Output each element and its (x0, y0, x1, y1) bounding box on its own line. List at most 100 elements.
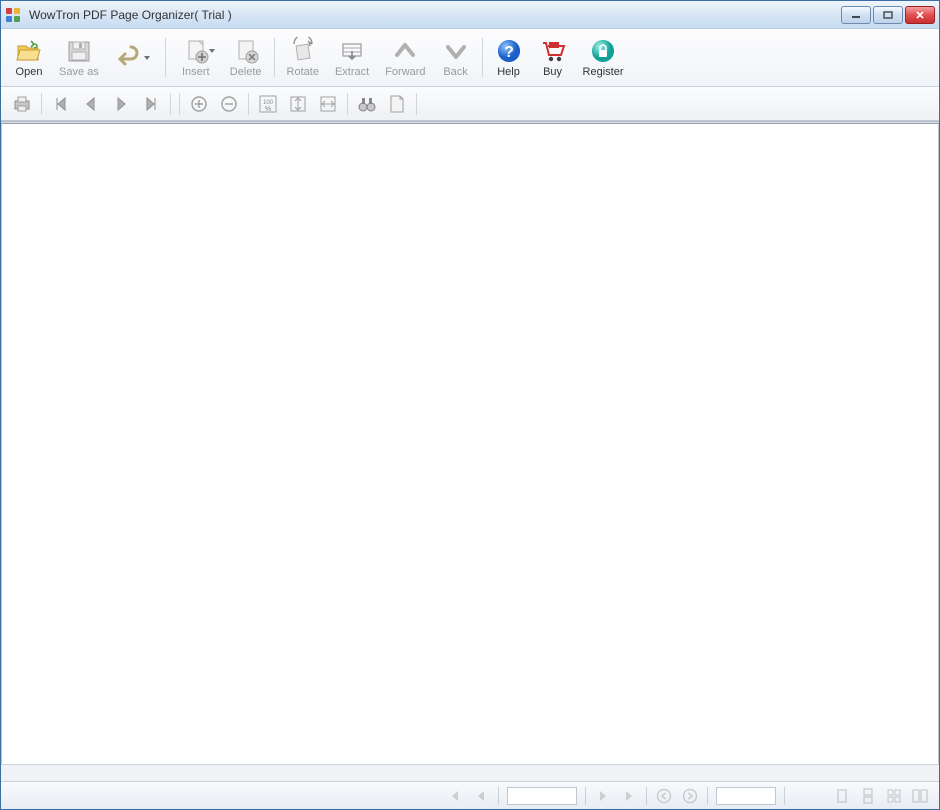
sub-separator (41, 93, 42, 115)
insert-page-icon (182, 37, 210, 65)
fit-width-button[interactable] (313, 91, 343, 117)
two-page-icon (911, 788, 929, 804)
minimize-button[interactable] (841, 6, 871, 24)
scrollbar-track[interactable] (1, 766, 939, 781)
zoom-in-button[interactable] (184, 91, 214, 117)
undo-icon (115, 44, 143, 72)
binoculars-icon (357, 94, 377, 114)
fit-width-icon (318, 94, 338, 114)
last-icon (142, 95, 160, 113)
insert-label: Insert (182, 66, 210, 78)
status-prev-button[interactable] (468, 785, 494, 807)
status-separator (498, 787, 499, 805)
svg-text:?: ? (504, 44, 514, 61)
status-separator (646, 787, 647, 805)
next-icon (595, 788, 611, 804)
sub-toolbar: 100% (1, 87, 939, 121)
back-button[interactable]: Back (434, 32, 478, 83)
circle-right-icon (682, 788, 698, 804)
register-button[interactable]: Register (575, 32, 632, 83)
status-first-button[interactable] (442, 785, 468, 807)
status-last-button[interactable] (616, 785, 642, 807)
zoom-out-icon (220, 95, 238, 113)
status-nav-fwd-button[interactable] (677, 785, 703, 807)
next-icon (112, 95, 130, 113)
last-icon (621, 788, 637, 804)
fit-page-icon (288, 94, 308, 114)
register-label: Register (583, 66, 624, 78)
toolbar-separator (274, 38, 275, 77)
main-toolbar: Open Save as (1, 29, 939, 87)
page-view-button[interactable] (382, 91, 412, 117)
first-page-button[interactable] (46, 91, 76, 117)
help-label: Help (497, 66, 520, 78)
undo-button[interactable] (107, 32, 161, 83)
page-number-input[interactable] (507, 787, 577, 805)
sub-separator (179, 93, 180, 115)
back-label: Back (443, 66, 467, 78)
horizontal-scrollbar[interactable] (1, 764, 939, 781)
layout-single-button[interactable] (829, 785, 855, 807)
buy-label: Buy (543, 66, 562, 78)
extract-button[interactable]: Extract (327, 32, 377, 83)
open-button[interactable]: Open (7, 32, 51, 83)
rotate-button[interactable]: Rotate (279, 32, 327, 83)
delete-button[interactable]: Delete (222, 32, 270, 83)
sub-separator (347, 93, 348, 115)
find-button[interactable] (352, 91, 382, 117)
app-window: WowTron PDF Page Organizer( Trial ) (0, 0, 940, 810)
delete-label: Delete (230, 66, 262, 78)
first-icon (447, 788, 463, 804)
lock-icon (589, 37, 617, 65)
buy-button[interactable]: Buy (531, 32, 575, 83)
close-button[interactable] (905, 6, 935, 24)
help-icon: ? (495, 37, 523, 65)
single-page-icon (834, 788, 850, 804)
zoom-percent-icon: 100% (258, 94, 278, 114)
save-as-label: Save as (59, 66, 99, 78)
svg-text:%: % (265, 106, 271, 113)
help-button[interactable]: ? Help (487, 32, 531, 83)
zoom-level-input[interactable] (716, 787, 776, 805)
maximize-button[interactable] (873, 6, 903, 24)
continuous-icon (860, 788, 876, 804)
chevron-down-icon (442, 37, 470, 65)
document-viewport[interactable] (1, 124, 939, 764)
zoom-100-button[interactable]: 100% (253, 91, 283, 117)
status-bar (1, 781, 939, 809)
layout-facing-button[interactable] (907, 785, 933, 807)
open-label: Open (16, 66, 43, 78)
status-next-button[interactable] (590, 785, 616, 807)
print-icon (12, 94, 32, 114)
rotate-icon (289, 37, 317, 65)
save-as-button[interactable]: Save as (51, 32, 107, 83)
chevron-up-icon (391, 37, 419, 65)
layout-facing-continuous-button[interactable] (881, 785, 907, 807)
last-page-button[interactable] (136, 91, 166, 117)
zoom-out-button[interactable] (214, 91, 244, 117)
print-button[interactable] (7, 91, 37, 117)
grid-icon (886, 788, 902, 804)
prev-icon (473, 788, 489, 804)
next-page-button[interactable] (106, 91, 136, 117)
prev-page-button[interactable] (76, 91, 106, 117)
insert-button[interactable]: Insert (170, 32, 222, 83)
prev-icon (82, 95, 100, 113)
cart-icon (539, 37, 567, 65)
status-separator (707, 787, 708, 805)
dropdown-arrow-icon (143, 54, 153, 62)
window-title: WowTron PDF Page Organizer( Trial ) (27, 8, 841, 22)
first-icon (52, 95, 70, 113)
status-nav-back-button[interactable] (651, 785, 677, 807)
forward-button[interactable]: Forward (377, 32, 433, 83)
toolbar-separator (165, 38, 166, 77)
extract-label: Extract (335, 66, 369, 78)
rotate-label: Rotate (287, 66, 319, 78)
app-icon (5, 7, 21, 23)
titlebar: WowTron PDF Page Organizer( Trial ) (1, 1, 939, 29)
page-icon (388, 94, 406, 114)
fit-page-button[interactable] (283, 91, 313, 117)
forward-label: Forward (385, 66, 425, 78)
window-controls (841, 6, 935, 24)
layout-continuous-button[interactable] (855, 785, 881, 807)
